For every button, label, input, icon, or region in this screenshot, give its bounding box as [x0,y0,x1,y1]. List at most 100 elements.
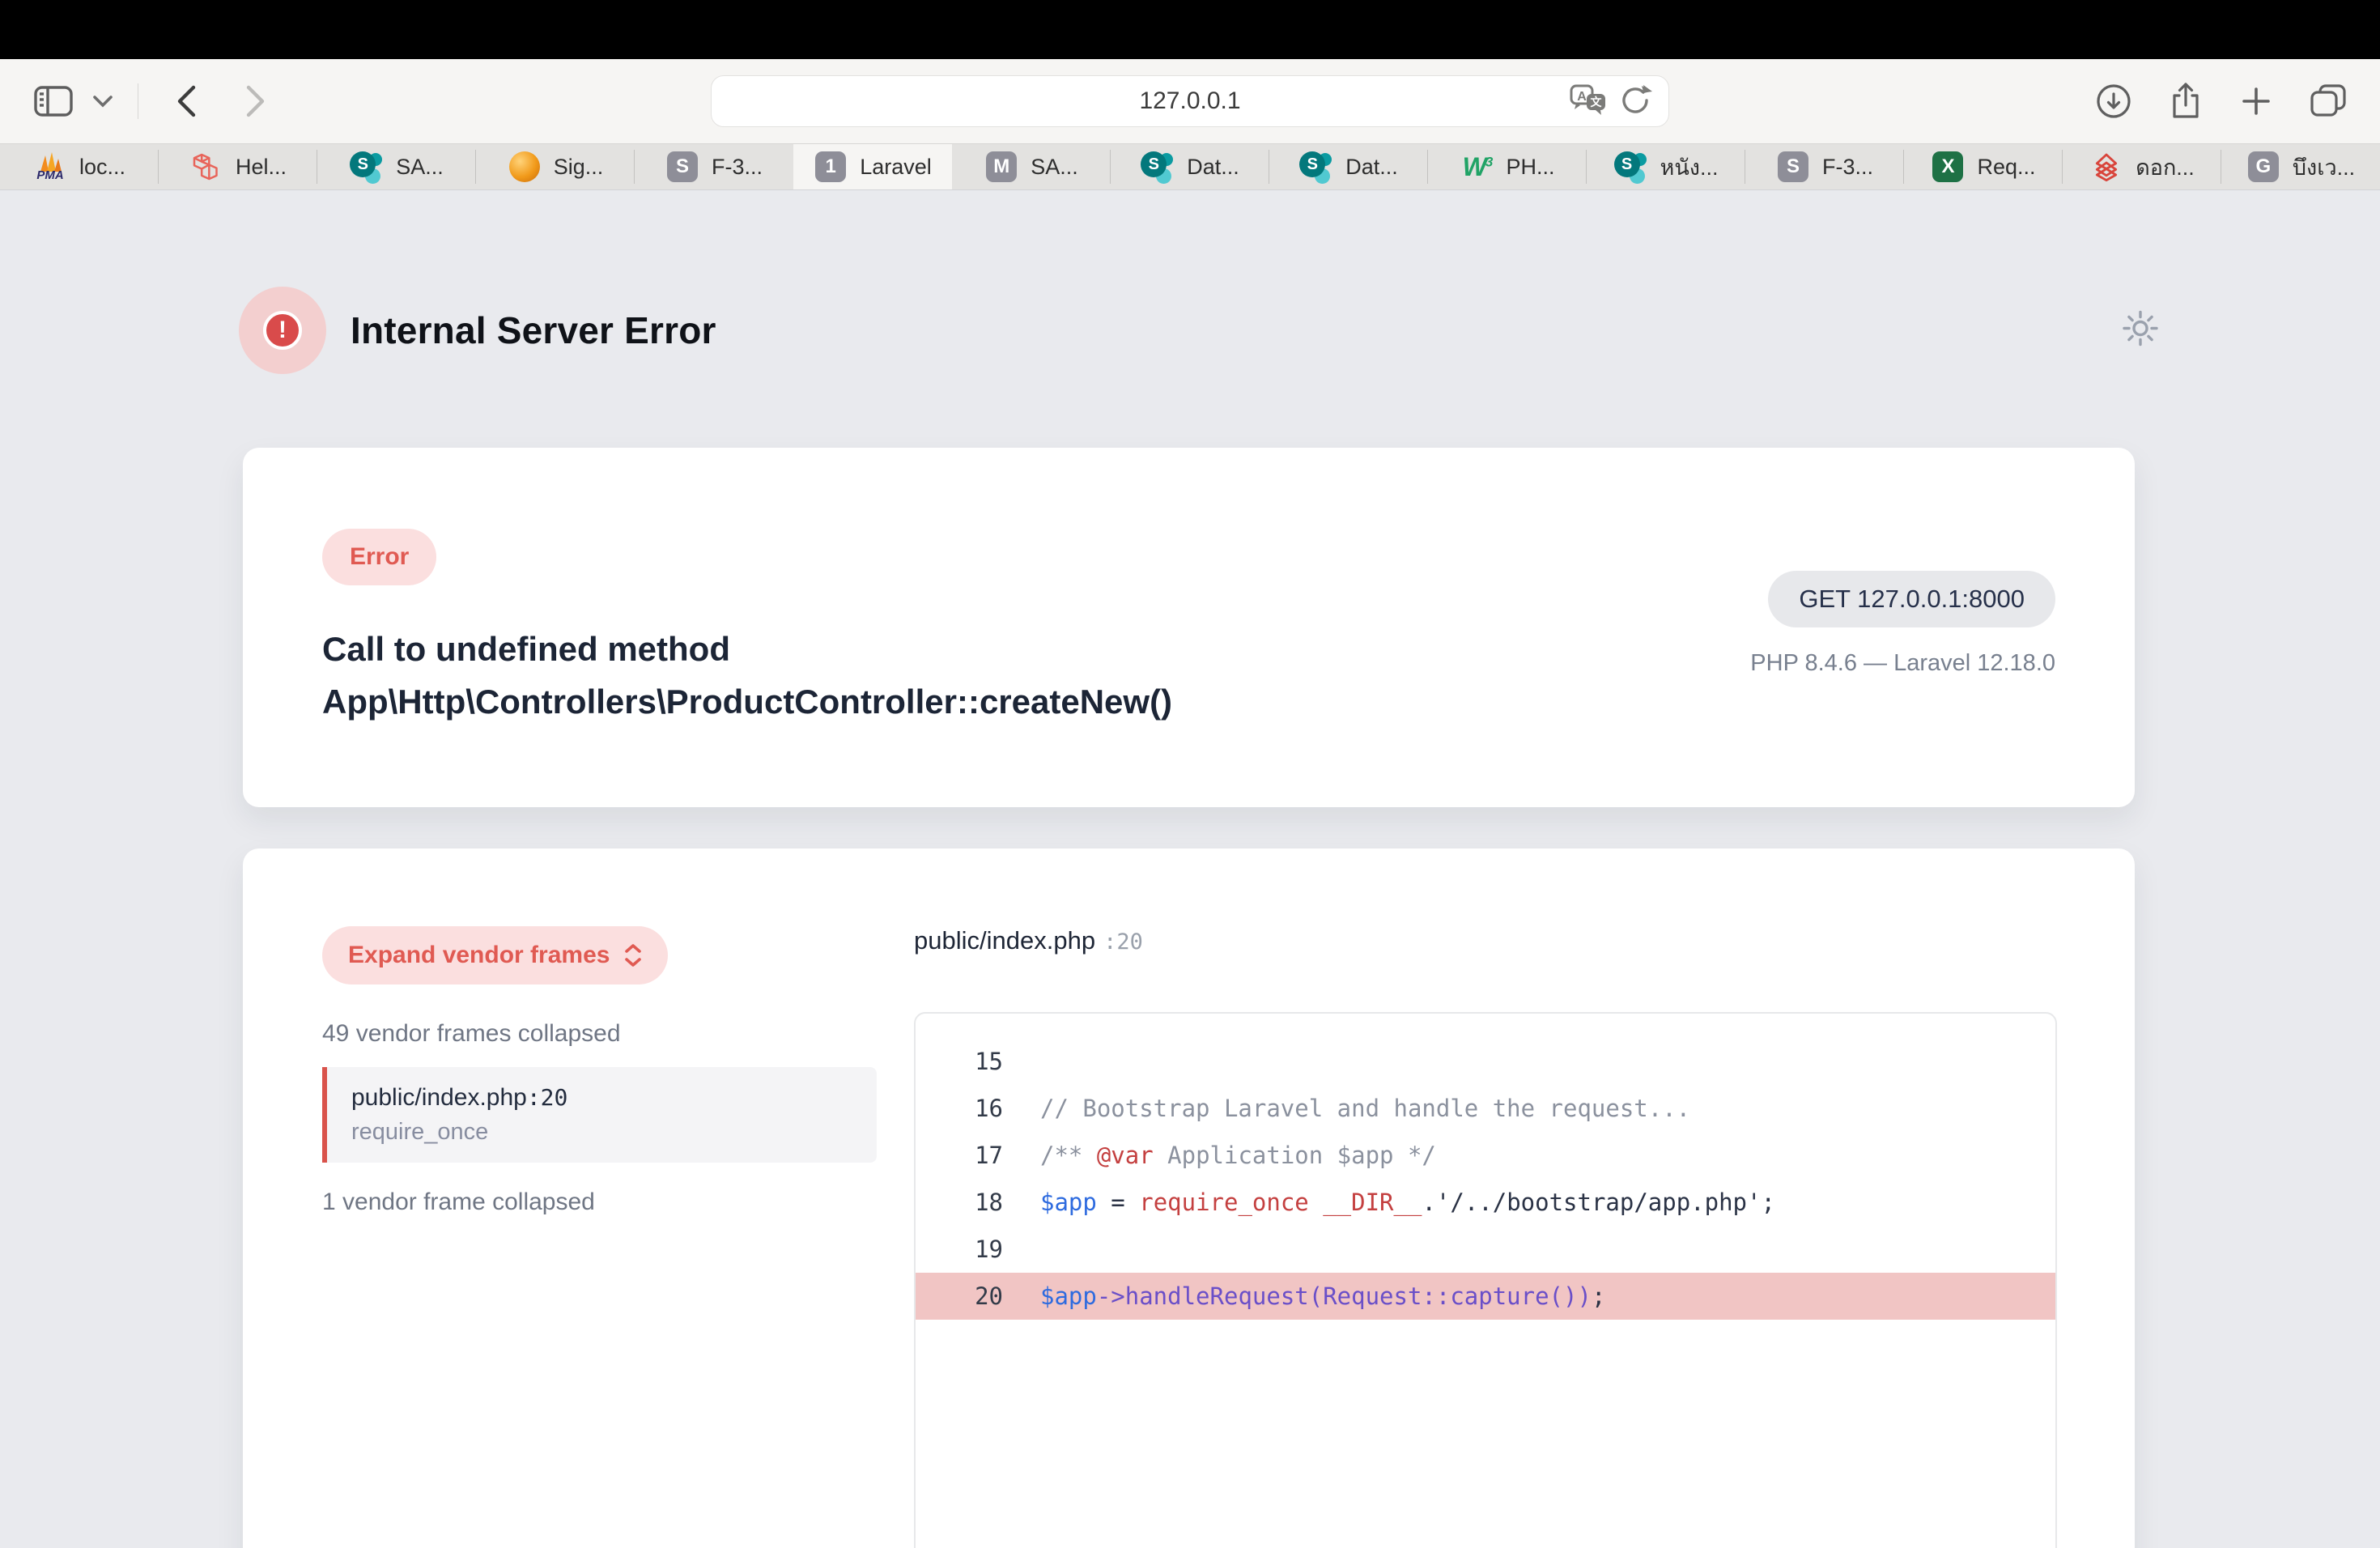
code-line-highlighted: 20 $app->handleRequest(Request::capture()… [916,1273,2055,1320]
version-info: PHP 8.4.6 — Laravel 12.18.0 [1750,650,2055,677]
menu-bar-black-strip [0,0,2380,59]
laravel-icon [189,150,223,184]
tab-label: loc... [79,155,125,180]
code-column: public/index.php:20 15 16 // Bootstrap Lar… [914,926,2057,1548]
code-line: 17 /** @var Application $app */ [916,1132,2055,1179]
chevron-down-icon[interactable] [92,95,113,108]
request-method-pill: GET 127.0.0.1:8000 [1768,571,2055,627]
line-number: 20 [940,1282,1003,1310]
tab-label: ดอก... [2136,150,2195,185]
forward-icon[interactable] [244,83,268,119]
translate-icon[interactable]: A 文 [1570,83,1607,121]
share-icon[interactable] [2168,81,2204,121]
error-type-badge: Error [322,529,436,585]
line-number: 17 [940,1142,1003,1169]
excel-icon: X [1931,150,1965,184]
number-1-badge-icon: 1 [814,150,848,184]
reload-icon[interactable] [1620,83,1652,121]
code-line: 18 $app = require_once __DIR__.'/../boots… [916,1179,2055,1226]
browser-tab-13[interactable]: X Req... [1904,144,2063,189]
tab-label: บึงเว... [2293,150,2355,185]
tab-label: หนัง... [1660,150,1719,185]
line-number: 18 [940,1189,1003,1216]
phpmyadmin-icon: PMA [33,150,67,184]
svg-text:A: A [1577,90,1587,104]
tab-bar: PMA loc... Hel... S SA... Sig... S F-3... 1 Lara… [0,144,2380,190]
new-tab-icon[interactable] [2239,84,2273,118]
collapsed-frames-below-note: 1 vendor frame collapsed [322,1189,889,1216]
code-line: 15 [916,1038,2055,1085]
line-number: 19 [940,1235,1003,1263]
code-text: /** @var Application $app */ [1040,1142,1436,1169]
letter-m-badge-icon: M [984,150,1018,184]
browser-tab-5[interactable]: S F-3... [635,144,793,189]
svg-text:文: 文 [1591,96,1603,109]
tab-label: SA... [1031,155,1078,180]
frames-column: Expand vendor frames 49 vendor frames co… [322,926,889,1216]
letter-g-badge-icon: G [2246,150,2280,184]
tab-label: PH... [1506,155,1554,180]
tab-label: Req... [1977,155,2035,180]
error-message: Call to undefined method App\Http\Contro… [322,623,1399,728]
browser-tab-3[interactable]: S SA... [317,144,476,189]
red-chevrons-icon [2089,150,2123,184]
error-summary-card: Error Call to undefined method App\Http\… [243,448,2135,807]
code-text: $app = require_once __DIR__.'/../bootstr… [1040,1189,1775,1216]
error-status-icon: ! [239,287,326,374]
sharepoint-icon: S [350,150,384,184]
tab-label: Dat... [1345,155,1398,180]
code-snippet: 15 16 // Bootstrap Laravel and handle the … [914,1012,2057,1548]
browser-tab-15[interactable]: G บึงเว... [2221,144,2380,189]
letter-s-badge-icon: S [1776,150,1810,184]
code-file-header: public/index.php:20 [914,926,2057,955]
expand-vendor-frames-label: Expand vendor frames [348,942,610,969]
expand-vendor-frames-button[interactable]: Expand vendor frames [322,926,668,985]
browser-tab-1[interactable]: PMA loc... [0,144,159,189]
code-line: 16 // Bootstrap Laravel and handle the re… [916,1085,2055,1132]
browser-tab-9[interactable]: S Dat... [1269,144,1428,189]
browser-tab-7[interactable]: M SA... [952,144,1111,189]
download-icon[interactable] [2095,83,2132,120]
browser-tab-6[interactable]: 1 Laravel [793,144,952,189]
frame-caller-label: require_once [351,1119,852,1146]
tab-label: Hel... [236,155,287,180]
sharepoint-icon: S [1141,150,1175,184]
code-text: // Bootstrap Laravel and handle the requ… [1040,1095,1690,1122]
letter-s-badge-icon: S [665,150,699,184]
tab-overview-icon[interactable] [2309,83,2348,120]
browser-tab-2[interactable]: Hel... [159,144,317,189]
tab-label: F-3... [1822,155,1873,180]
code-line: 19 [916,1226,2055,1273]
browser-tab-14[interactable]: ดอก... [2063,144,2221,189]
browser-tab-12[interactable]: S F-3... [1745,144,1904,189]
back-icon[interactable] [174,83,198,119]
address-bar[interactable]: 127.0.0.1 A 文 [711,75,1669,127]
stack-frame-item[interactable]: public/index.php:20 require_once [322,1067,877,1163]
w3schools-icon: W3 [1460,150,1494,184]
browser-tab-11[interactable]: S หนัง... [1587,144,1745,189]
page-header: ! Internal Server Error [239,286,2380,375]
url-text: 127.0.0.1 [1139,87,1240,115]
browser-toolbar: 127.0.0.1 A 文 [0,59,2380,144]
chevron-up-down-icon [624,943,642,968]
tab-label: F-3... [712,155,763,180]
browser-tab-8[interactable]: S Dat... [1111,144,1269,189]
tab-label: Dat... [1187,155,1239,180]
code-text: $app->handleRequest(Request::capture()); [1040,1282,1605,1310]
sharepoint-icon: S [1299,150,1333,184]
browser-tab-4[interactable]: Sig... [476,144,635,189]
sharepoint-icon: S [1614,150,1648,184]
tab-label: SA... [396,155,444,180]
line-number: 16 [940,1095,1003,1122]
frame-file-label: public/index.php:20 [351,1084,852,1112]
browser-tab-10[interactable]: W3 PH... [1428,144,1587,189]
orange-sphere-icon [508,150,542,184]
sidebar-icon[interactable] [34,86,73,117]
line-number: 15 [940,1048,1003,1075]
collapsed-frames-above-note: 49 vendor frames collapsed [322,1020,889,1048]
stack-trace-card: Expand vendor frames 49 vendor frames co… [243,848,2135,1548]
tab-label: Laravel [860,155,932,180]
theme-toggle-sun-icon[interactable] [2121,309,2160,352]
page-title: Internal Server Error [351,308,716,352]
tab-label: Sig... [554,155,604,180]
